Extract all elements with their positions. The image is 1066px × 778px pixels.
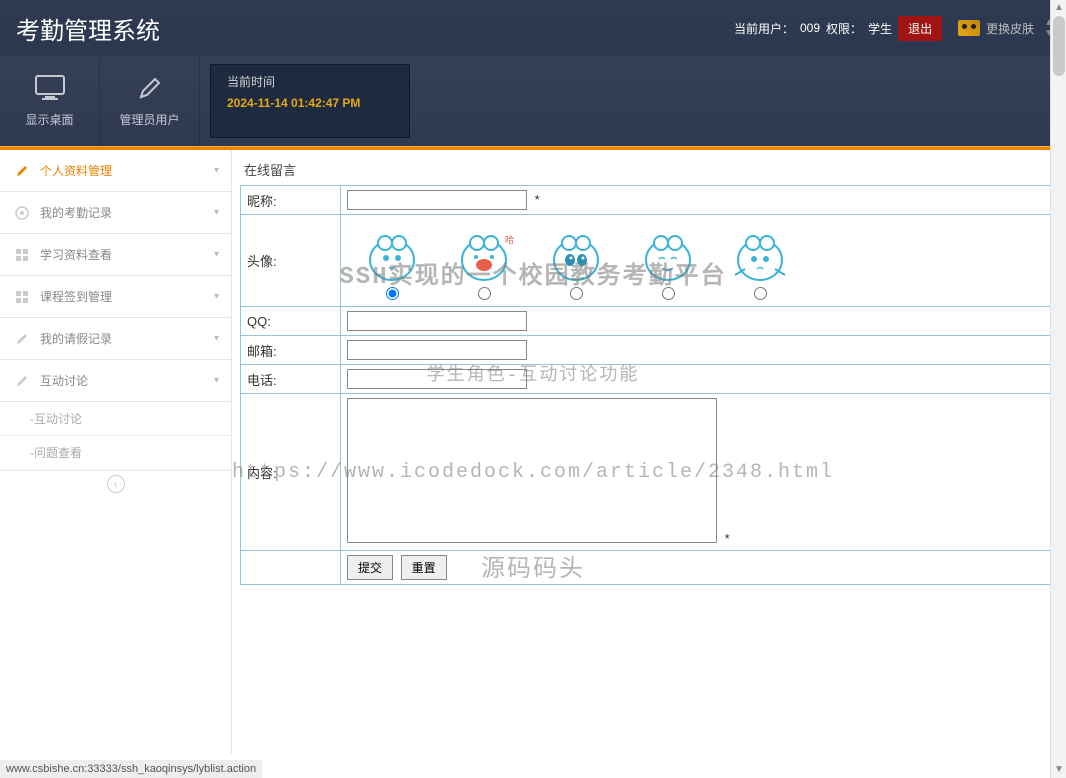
- time-panel: 当前时间 2024-11-14 01:42:47 PM: [210, 64, 410, 138]
- sidebar-sub-questions[interactable]: -问题查看: [0, 436, 231, 470]
- status-bar: www.csbishe.cn:33333/ssh_kaoqinsys/lybli…: [0, 760, 262, 778]
- sidebar-item-attendance[interactable]: 我的考勤记录 ▾: [0, 192, 231, 234]
- avatar-img-4: [633, 225, 703, 287]
- time-label: 当前时间: [227, 73, 393, 90]
- avatar-radio-3[interactable]: [570, 287, 583, 300]
- grid-icon: [14, 247, 30, 263]
- sidebar-item-profile[interactable]: 个人资料管理 ▾: [0, 150, 231, 192]
- chevron-down-icon: ▾: [214, 375, 219, 386]
- avatar-img-2: 哈: [449, 225, 519, 287]
- required-mark: *: [725, 531, 730, 546]
- time-value: 2024-11-14 01:42:47 PM: [227, 96, 393, 110]
- panel-title: 在线留言: [240, 156, 1060, 185]
- sidebar-label: 课程签到管理: [40, 288, 112, 305]
- skin-icon: [958, 20, 980, 36]
- chevron-down-icon: ▾: [214, 207, 219, 218]
- sidebar-item-materials[interactable]: 学习资料查看 ▾: [0, 234, 231, 276]
- page-scrollbar[interactable]: ▲ ▼: [1050, 0, 1066, 778]
- scroll-thumb[interactable]: [1053, 16, 1065, 76]
- content-textarea[interactable]: [347, 398, 717, 543]
- avatar-radio-1[interactable]: [386, 287, 399, 300]
- app-title: 考勤管理系统: [12, 11, 160, 46]
- nickname-label: 昵称:: [241, 186, 341, 215]
- pencil-icon: [14, 163, 30, 179]
- monitor-icon: [35, 75, 65, 101]
- chevron-down-icon: ▾: [214, 291, 219, 302]
- role-label: 权限：: [826, 20, 862, 37]
- skin-label: 更换皮肤: [986, 20, 1034, 37]
- scroll-up-icon: ▲: [1051, 0, 1066, 16]
- grid-icon: [14, 289, 30, 305]
- chevron-down-icon: ▾: [214, 249, 219, 260]
- actions-cell-label: [241, 551, 341, 585]
- header-right: 当前用户： 009 权限： 学生 退出 更换皮肤 ▲▼: [734, 16, 1054, 41]
- nickname-input[interactable]: [347, 190, 527, 210]
- avatar-radio-4[interactable]: [662, 287, 675, 300]
- target-icon: [14, 205, 30, 221]
- chevron-left-icon: ‹: [107, 475, 125, 493]
- toolbar-admin[interactable]: 管理员用户: [100, 56, 200, 146]
- chevron-down-icon: ▾: [214, 165, 219, 176]
- sidebar-item-leave[interactable]: 我的请假记录 ▾: [0, 318, 231, 360]
- qq-label: QQ:: [241, 307, 341, 336]
- logout-button[interactable]: 退出: [898, 16, 942, 41]
- pencil-icon: [14, 373, 30, 389]
- sidebar-item-discuss[interactable]: 互动讨论 ▾: [0, 360, 231, 402]
- content-area: 在线留言 昵称: * 头像: 哈: [232, 150, 1066, 754]
- message-form: 昵称: * 头像: 哈 Q: [240, 185, 1060, 585]
- pencil-icon: [137, 75, 163, 101]
- avatar-img-3: [541, 225, 611, 287]
- main-area: 个人资料管理 ▾ 我的考勤记录 ▾ 学习资料查看 ▾ 课程签到管理 ▾ 我的请假…: [0, 150, 1066, 754]
- app-header: 考勤管理系统 当前用户： 009 权限： 学生 退出 更换皮肤 ▲▼: [0, 0, 1066, 56]
- phone-input[interactable]: [347, 369, 527, 389]
- toolbar: 显示桌面 管理员用户 当前时间 2024-11-14 01:42:47 PM: [0, 56, 1066, 146]
- avatar-img-1: [357, 225, 427, 287]
- scroll-down-icon: ▼: [1051, 762, 1066, 778]
- avatar-img-5: [725, 225, 795, 287]
- sidebar-label: 个人资料管理: [40, 162, 112, 179]
- email-input[interactable]: [347, 340, 527, 360]
- chevron-down-icon: ▾: [214, 333, 219, 344]
- svg-text:哈: 哈: [505, 234, 514, 245]
- sidebar-label: 我的考勤记录: [40, 204, 112, 221]
- avatar-radio-5[interactable]: [754, 287, 767, 300]
- avatar-label: 头像:: [241, 215, 341, 307]
- submit-button[interactable]: 提交: [347, 555, 393, 580]
- current-user-id: 009: [800, 21, 820, 35]
- required-mark: *: [535, 192, 540, 207]
- sidebar-item-signin[interactable]: 课程签到管理 ▾: [0, 276, 231, 318]
- current-user-label: 当前用户：: [734, 20, 794, 37]
- content-label: 内容:: [241, 394, 341, 551]
- sidebar-label: 我的请假记录: [40, 330, 112, 347]
- sidebar-label: 互动讨论: [40, 372, 88, 389]
- phone-label: 电话:: [241, 365, 341, 394]
- reset-button[interactable]: 重置: [401, 555, 447, 580]
- avatar-options: 哈: [347, 219, 1053, 302]
- role-value: 学生: [868, 20, 892, 37]
- pencil-icon: [14, 331, 30, 347]
- sidebar-collapse[interactable]: ‹: [0, 470, 231, 501]
- toolbar-admin-label: 管理员用户: [119, 111, 179, 128]
- toolbar-desktop[interactable]: 显示桌面: [0, 56, 100, 146]
- sidebar-label: 学习资料查看: [40, 246, 112, 263]
- avatar-radio-2[interactable]: [478, 287, 491, 300]
- sidebar-sub-discuss[interactable]: -互动讨论: [0, 402, 231, 436]
- toolbar-desktop-label: 显示桌面: [25, 111, 73, 128]
- skin-switcher[interactable]: 更换皮肤 ▲▼: [958, 17, 1054, 39]
- qq-input[interactable]: [347, 311, 527, 331]
- email-label: 邮箱:: [241, 336, 341, 365]
- sidebar: 个人资料管理 ▾ 我的考勤记录 ▾ 学习资料查看 ▾ 课程签到管理 ▾ 我的请假…: [0, 150, 232, 754]
